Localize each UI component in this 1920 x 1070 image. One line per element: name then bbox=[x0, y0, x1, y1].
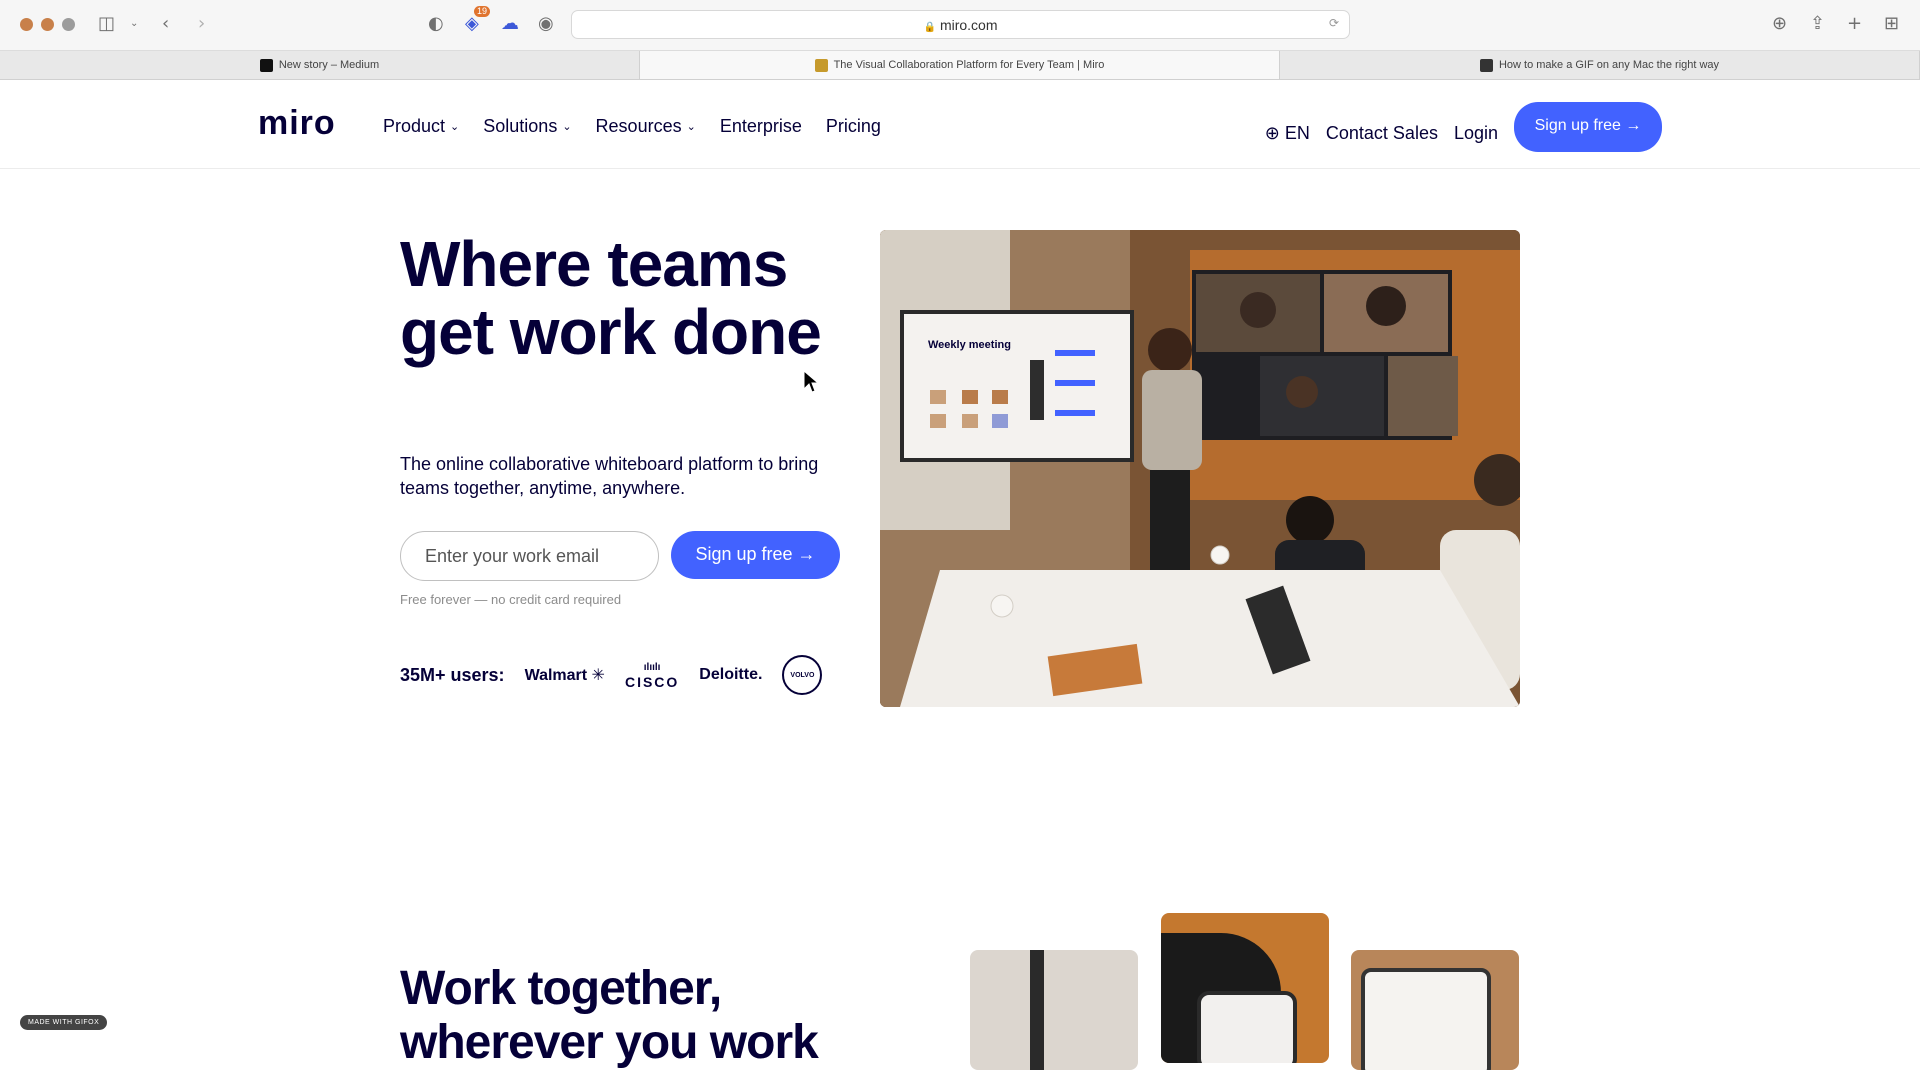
tab-label: How to make a GIF on any Mac the right w… bbox=[1498, 59, 1720, 71]
nav-pricing[interactable]: Pricing bbox=[826, 116, 881, 137]
nav-label: Enterprise bbox=[719, 116, 802, 136]
tab-gifox[interactable]: How to make a GIF on any Mac the right w… bbox=[1280, 51, 1920, 79]
medium-favicon-icon bbox=[259, 58, 273, 72]
tab-miro[interactable]: The Visual Collaboration Platform for Ev… bbox=[640, 51, 1280, 79]
tab-overview-icon[interactable]: ⊞ bbox=[1884, 13, 1899, 35]
device-card-left bbox=[970, 950, 1138, 1070]
walmart-logo: Walmart ✳ bbox=[524, 665, 605, 684]
site-header: miro Product ⌄ Solutions ⌄ Resources ⌄ Ente… bbox=[0, 80, 1920, 169]
tab-bar: New story – Medium The Visual Collaborat… bbox=[0, 51, 1920, 80]
language-selector[interactable]: ⊕ EN bbox=[1265, 123, 1310, 144]
extension-badge: 19 bbox=[474, 6, 491, 17]
gifox-watermark: MADE WITH GIFOX bbox=[20, 1015, 108, 1030]
tab-medium[interactable]: New story – Medium bbox=[0, 51, 640, 79]
main-nav: Product ⌄ Solutions ⌄ Resources ⌄ Enterpris… bbox=[383, 116, 881, 137]
gifox-favicon-icon bbox=[1479, 58, 1493, 72]
work-email-input[interactable] bbox=[400, 531, 659, 581]
header-signup-button[interactable]: Sign up free → bbox=[1514, 102, 1662, 152]
nav-resources[interactable]: Resources ⌄ bbox=[596, 116, 696, 137]
hero-title: Where teams get work done bbox=[400, 228, 822, 368]
users-count: 35M+ users: bbox=[400, 664, 505, 685]
chevron-down-icon: ⌄ bbox=[686, 120, 696, 133]
cisco-text: CISCO bbox=[624, 674, 680, 690]
whiteboard-title: Weekly meeting bbox=[928, 339, 1011, 351]
login-link[interactable]: Login bbox=[1454, 123, 1498, 144]
nav-label: Solutions bbox=[483, 116, 558, 136]
volvo-logo: VOLVO bbox=[782, 655, 823, 695]
card-pillar bbox=[1030, 950, 1044, 1070]
forward-icon[interactable]: › bbox=[198, 13, 205, 35]
walmart-text: Walmart bbox=[524, 667, 588, 684]
maximize-window-button[interactable] bbox=[62, 18, 75, 31]
hero-meeting-image: Weekly meeting bbox=[880, 230, 1520, 707]
deloitte-logo: Deloitte. bbox=[699, 666, 763, 683]
chevron-down-icon[interactable]: ⌄ bbox=[130, 13, 138, 35]
chevron-down-icon: ⌄ bbox=[562, 120, 572, 133]
nav-product[interactable]: Product ⌄ bbox=[383, 116, 459, 137]
miro-favicon-icon bbox=[814, 58, 828, 72]
window-controls bbox=[20, 18, 75, 31]
contact-sales-link[interactable]: Contact Sales bbox=[1326, 123, 1438, 144]
cisco-bars-icon: ılıılı bbox=[643, 662, 661, 673]
minimize-window-button[interactable] bbox=[41, 18, 54, 31]
card-phone-mockup bbox=[1197, 991, 1297, 1063]
section-title: Work together, wherever you work bbox=[400, 962, 819, 1069]
language-label: EN bbox=[1284, 122, 1310, 143]
extension-cloud-icon[interactable]: ☁ bbox=[501, 13, 519, 35]
url-text: miro.com bbox=[939, 17, 998, 33]
extension-c-icon[interactable]: ◉ bbox=[538, 13, 554, 35]
download-icon[interactable]: ⊕ bbox=[1772, 13, 1787, 35]
new-tab-icon[interactable]: + bbox=[1847, 13, 1862, 35]
nav-label: Product bbox=[383, 116, 446, 136]
free-forever-note: Free forever — no credit card required bbox=[400, 592, 622, 607]
header-actions: ⊕ EN Contact Sales Login Sign up free → bbox=[1265, 102, 1662, 152]
tab-label: The Visual Collaboration Platform for Ev… bbox=[833, 59, 1105, 71]
back-icon[interactable]: ‹ bbox=[162, 13, 169, 35]
hero-subtitle: The online collaborative whiteboard plat… bbox=[400, 454, 819, 498]
mouse-cursor-icon bbox=[803, 370, 819, 393]
shield-icon[interactable]: ◐ bbox=[428, 13, 444, 35]
cisco-logo: ılıılı CISCO bbox=[625, 661, 679, 689]
share-icon[interactable]: ⇪ bbox=[1810, 13, 1825, 35]
nav-enterprise[interactable]: Enterprise bbox=[720, 116, 802, 137]
address-bar[interactable]: 🔒 miro.com ⟳ bbox=[571, 10, 1350, 39]
nav-solutions[interactable]: Solutions ⌄ bbox=[483, 116, 571, 137]
reload-icon[interactable]: ⟳ bbox=[1329, 16, 1339, 30]
browser-toolbar: ◫ ⌄ ‹ › ◐ ◈ 19 ☁ ◉ 🔒 miro.com ⟳ ⊕ ⇪ + ⊞ bbox=[0, 0, 1920, 51]
device-card-center bbox=[1161, 913, 1329, 1063]
globe-icon: ⊕ bbox=[1264, 122, 1280, 144]
nav-label: Pricing bbox=[825, 116, 881, 136]
miro-logo[interactable]: miro bbox=[258, 104, 336, 143]
close-window-button[interactable] bbox=[20, 18, 33, 31]
hero-signup-button[interactable]: Sign up free → bbox=[671, 531, 840, 579]
lock-icon: 🔒 bbox=[923, 22, 936, 33]
device-card-right bbox=[1351, 950, 1519, 1070]
chevron-down-icon: ⌄ bbox=[450, 120, 460, 133]
sidebar-icon[interactable]: ◫ bbox=[98, 13, 115, 35]
nav-label: Resources bbox=[595, 116, 682, 136]
customer-logos: 35M+ users: Walmart ✳ ılıılı CISCO Deloi… bbox=[400, 655, 823, 695]
meeting-photo-illustration: Weekly meeting bbox=[880, 230, 1520, 707]
tab-label: New story – Medium bbox=[278, 59, 380, 71]
